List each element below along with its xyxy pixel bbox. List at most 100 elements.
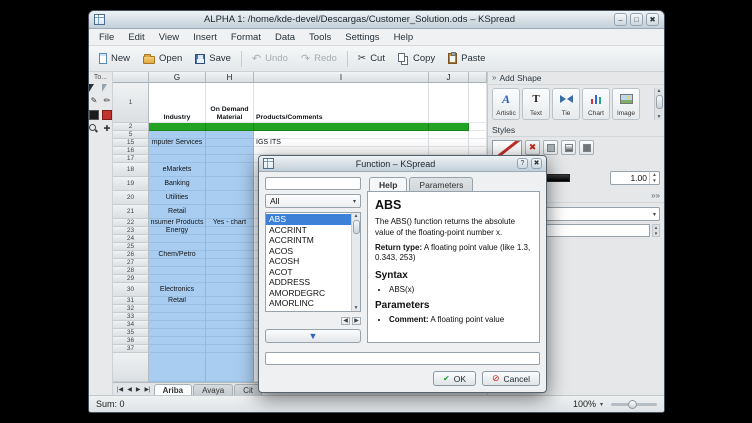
cell-H28[interactable] [206, 267, 254, 275]
row-header-33[interactable]: 33 [113, 313, 149, 321]
cell-G31[interactable]: Retail [149, 297, 206, 305]
cell-G2[interactable] [149, 123, 206, 131]
cell-H33[interactable] [206, 313, 254, 321]
cell-H19[interactable] [206, 177, 254, 191]
cell-J2[interactable] [429, 123, 469, 131]
zoom-slider[interactable] [611, 403, 657, 406]
cell-G26[interactable]: Chem/Petro [149, 251, 206, 259]
cell-H20[interactable] [206, 191, 254, 205]
cell-H30[interactable] [206, 283, 254, 297]
add-shape-chart-button[interactable]: Chart [582, 88, 610, 120]
cell-J16[interactable] [429, 147, 469, 155]
cancel-button[interactable]: ⊘ Cancel [482, 371, 540, 386]
redo-button[interactable]: ↷Redo [295, 51, 343, 66]
sheet-nav-first-icon[interactable]: |◀ [115, 387, 125, 395]
cell-I2[interactable] [254, 123, 429, 131]
docker-expand-icon[interactable]: »» [651, 192, 660, 200]
cell-I5[interactable] [254, 131, 429, 139]
function-item-amordegrc[interactable]: AMORDEGRC [266, 288, 351, 299]
cut-button[interactable]: ✂Cut [352, 51, 391, 66]
add-shape-docker-header[interactable]: » Add Shape [488, 72, 664, 85]
cell-G16[interactable] [149, 147, 206, 155]
select-tool-icon[interactable] [89, 84, 94, 92]
save-button[interactable]: Save [189, 51, 237, 66]
pattern-fill-button[interactable] [579, 140, 594, 155]
scroll-up-icon[interactable]: ▲ [657, 88, 662, 94]
scroll-left-icon[interactable]: ◀ [341, 317, 350, 325]
row-header-17[interactable]: 17 [113, 155, 149, 163]
cell-H25[interactable] [206, 243, 254, 251]
cell-G1[interactable]: Industry [149, 83, 206, 123]
function-item-abs[interactable]: ABS [266, 214, 351, 225]
zoom-dropdown-icon[interactable]: ▾ [600, 401, 603, 408]
black-color-swatch-icon[interactable] [89, 110, 99, 120]
cell-H21[interactable] [206, 205, 254, 219]
scrollbar-thumb[interactable] [656, 95, 663, 109]
zoom-slider-handle[interactable] [628, 400, 637, 409]
dropdown-arrow-icon[interactable]: ▾ [653, 211, 656, 218]
row-header-26[interactable]: 26 [113, 251, 149, 259]
sheet-tab-avaya[interactable]: Avaya [193, 384, 233, 395]
cell-H36[interactable] [206, 337, 254, 345]
column-header-h[interactable]: H [206, 72, 254, 83]
row-header-5[interactable]: 5 [113, 131, 149, 139]
row-header-2[interactable]: 2 [113, 123, 149, 131]
cell-G30[interactable]: Electronics [149, 283, 206, 297]
calligraphy-tool-icon[interactable]: ✏ [102, 96, 112, 106]
zoom-tool-icon[interactable] [89, 124, 99, 134]
row-header-34[interactable]: 34 [113, 321, 149, 329]
undo-button[interactable]: ↶Undo [246, 51, 294, 66]
menu-edit[interactable]: Edit [122, 31, 150, 44]
cell-H35[interactable] [206, 329, 254, 337]
open-button[interactable]: Open [137, 51, 188, 66]
cell-H5[interactable] [206, 131, 254, 139]
sheet-tab-ariba[interactable]: Ariba [154, 384, 192, 395]
row-header-31[interactable]: 31 [113, 297, 149, 305]
pan-tool-icon[interactable]: ✚ [102, 124, 112, 134]
cell-H16[interactable] [206, 147, 254, 155]
function-item-amorlinc[interactable]: AMORLINC [266, 298, 351, 309]
cell-G29[interactable] [149, 275, 206, 283]
cell-I16[interactable] [254, 147, 429, 155]
row-header-36[interactable]: 36 [113, 337, 149, 345]
select-all-corner[interactable] [113, 72, 149, 83]
cell-H2[interactable] [206, 123, 254, 131]
row-header-27[interactable]: 27 [113, 259, 149, 267]
cell-H29[interactable] [206, 275, 254, 283]
cell-G22[interactable]: nsumer Products [149, 219, 206, 227]
category-combo[interactable]: All ▾ [265, 194, 361, 208]
row-header-25[interactable]: 25 [113, 243, 149, 251]
cell-G15[interactable]: mputer Services [149, 139, 206, 147]
function-item-acot[interactable]: ACOT [266, 267, 351, 278]
insert-function-button[interactable]: ▼ [265, 329, 361, 343]
menu-view[interactable]: View [153, 31, 185, 44]
menu-help[interactable]: Help [388, 31, 420, 44]
cell-H18[interactable] [206, 163, 254, 177]
row-header-20[interactable]: 20 [113, 191, 149, 205]
add-shape-image-button[interactable]: Image [612, 88, 640, 120]
cell-G25[interactable] [149, 243, 206, 251]
menu-data[interactable]: Data [269, 31, 301, 44]
row-header-23[interactable]: 23 [113, 227, 149, 235]
formula-scrollbar[interactable]: ▲ ▼ [652, 224, 660, 237]
scroll-up-icon[interactable]: ▲ [653, 225, 659, 230]
cell-G21[interactable]: Retail [149, 205, 206, 219]
close-button[interactable]: ✖ [646, 13, 659, 26]
dialog-close-button[interactable]: ✖ [531, 158, 542, 169]
paste-button[interactable]: Paste [442, 51, 491, 66]
cell-G33[interactable] [149, 313, 206, 321]
add-shape-text-button[interactable]: TText [522, 88, 550, 120]
expression-input[interactable] [265, 352, 540, 365]
cell-H32[interactable] [206, 305, 254, 313]
cell-G5[interactable] [149, 131, 206, 139]
dialog-titlebar[interactable]: Function – KSpread ?✖ [259, 156, 546, 172]
cell-I1[interactable]: Products/Comments [254, 83, 429, 123]
row-header-29[interactable]: 29 [113, 275, 149, 283]
zoom-level[interactable]: 100% [573, 399, 596, 409]
row-header-32[interactable]: 32 [113, 305, 149, 313]
styles-docker-header[interactable]: Styles [488, 124, 664, 137]
cell-G27[interactable] [149, 259, 206, 267]
function-item-accrintm[interactable]: ACCRINTM [266, 235, 351, 246]
cell-G23[interactable]: Energy [149, 227, 206, 235]
cell-H27[interactable] [206, 259, 254, 267]
